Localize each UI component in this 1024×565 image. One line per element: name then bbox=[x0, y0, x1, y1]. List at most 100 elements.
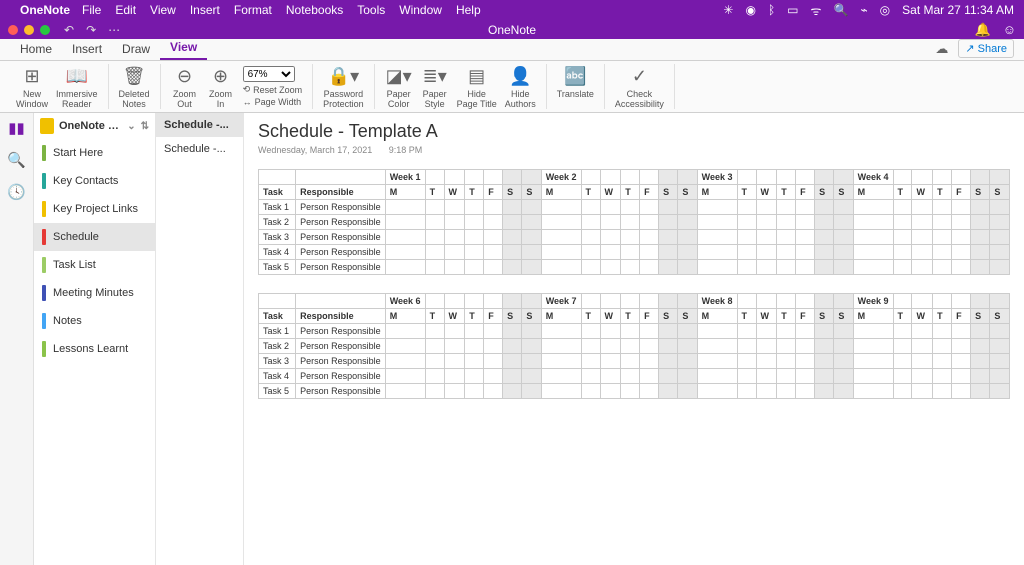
paper-style-button[interactable]: ≣▾PaperStyle bbox=[417, 64, 453, 112]
section-key-project-links[interactable]: Key Project Links bbox=[34, 195, 155, 223]
section-color-icon bbox=[42, 229, 46, 245]
main-area: ▮▮ 🔍 🕓 OneNote Template for Pr... ⌄ ⇅ St… bbox=[0, 113, 1024, 565]
table-row[interactable]: Task 4Person Responsible bbox=[259, 369, 1010, 384]
table-row[interactable]: Task 1Person Responsible bbox=[259, 324, 1010, 339]
sort-icon[interactable]: ⇅ bbox=[141, 121, 149, 132]
sync-status-icon[interactable]: ☁ bbox=[935, 41, 948, 57]
tab-view[interactable]: View bbox=[160, 37, 207, 60]
check-accessibility-button[interactable]: ✓CheckAccessibility bbox=[611, 64, 668, 112]
tab-insert[interactable]: Insert bbox=[62, 39, 112, 60]
paper-style-icon: ≣▾ bbox=[423, 66, 447, 88]
hide-authors-button[interactable]: 👤HideAuthors bbox=[501, 64, 540, 112]
spotlight-icon[interactable]: 🔍 bbox=[833, 3, 848, 17]
siri-icon[interactable]: ◎ bbox=[880, 3, 890, 17]
menu-format[interactable]: Format bbox=[234, 3, 272, 17]
sync-icon[interactable]: ✳ bbox=[723, 3, 733, 17]
menu-insert[interactable]: Insert bbox=[190, 3, 220, 17]
translate-button[interactable]: 🔤Translate bbox=[553, 64, 598, 102]
section-label: Lessons Learnt bbox=[53, 343, 128, 355]
bluetooth-icon[interactable]: ᛒ bbox=[768, 3, 775, 17]
macos-menubar: OneNote File Edit View Insert Format Notebook… bbox=[0, 0, 1024, 20]
battery-icon[interactable]: ▭ bbox=[787, 3, 798, 17]
page-item[interactable]: Schedule -... bbox=[156, 137, 243, 161]
table-row[interactable]: Task 2Person Responsible bbox=[259, 339, 1010, 354]
redo-icon[interactable]: ↷ bbox=[86, 23, 96, 37]
menu-file[interactable]: File bbox=[82, 3, 101, 17]
section-label: Notes bbox=[53, 315, 82, 327]
zoom-select[interactable]: 67% bbox=[243, 66, 295, 82]
undo-icon[interactable]: ↶ bbox=[64, 23, 74, 37]
search-icon[interactable]: 🔍 bbox=[7, 151, 26, 169]
table-row[interactable]: Task 4Person Responsible bbox=[259, 245, 1010, 260]
notebook-name: OneNote Template for Pr... bbox=[59, 120, 122, 132]
section-label: Key Contacts bbox=[53, 175, 118, 187]
page-width-button[interactable]: ↔Page Width bbox=[243, 97, 303, 107]
menu-edit[interactable]: Edit bbox=[115, 3, 136, 17]
control-center-icon[interactable]: ⌁ bbox=[860, 3, 867, 17]
maximize-button[interactable] bbox=[40, 25, 50, 35]
tab-draw[interactable]: Draw bbox=[112, 39, 160, 60]
section-label: Start Here bbox=[53, 147, 103, 159]
immersive-reader-button[interactable]: 📖ImmersiveReader bbox=[52, 64, 102, 112]
customize-qat-icon[interactable]: ⋯ bbox=[108, 23, 120, 37]
reset-zoom-icon: ⟲ bbox=[243, 84, 251, 95]
schedule-table[interactable]: Week 6Week 7Week 8Week 9TaskResponsibleM… bbox=[258, 293, 1010, 399]
section-color-icon bbox=[42, 173, 46, 189]
section-lessons-learnt[interactable]: Lessons Learnt bbox=[34, 335, 155, 363]
zoom-out-button[interactable]: ⊖ZoomOut bbox=[167, 64, 203, 112]
account-icon[interactable]: ☺ bbox=[1003, 22, 1016, 38]
menu-help[interactable]: Help bbox=[456, 3, 481, 17]
deleted-notes-button[interactable]: 🗑DeletedNotes bbox=[115, 64, 154, 112]
lock-icon: 🔒▾ bbox=[328, 66, 359, 88]
section-label: Task List bbox=[53, 259, 96, 271]
new-window-button[interactable]: ⊞NewWindow bbox=[12, 64, 52, 112]
table-row[interactable]: Task 3Person Responsible bbox=[259, 354, 1010, 369]
notebooks-icon[interactable]: ▮▮ bbox=[8, 119, 25, 137]
minimize-button[interactable] bbox=[24, 25, 34, 35]
hide-authors-icon: 👤 bbox=[509, 66, 531, 88]
window-title: OneNote bbox=[488, 23, 536, 37]
notebook-header[interactable]: OneNote Template for Pr... ⌄ ⇅ bbox=[34, 113, 155, 139]
section-color-icon bbox=[42, 201, 46, 217]
close-button[interactable] bbox=[8, 25, 18, 35]
section-key-contacts[interactable]: Key Contacts bbox=[34, 167, 155, 195]
table-row[interactable]: Task 2Person Responsible bbox=[259, 215, 1010, 230]
menu-view[interactable]: View bbox=[150, 3, 176, 17]
section-color-icon bbox=[42, 313, 46, 329]
trash-icon: 🗑 bbox=[123, 66, 146, 88]
notifications-icon[interactable]: 🔔 bbox=[975, 22, 991, 38]
page-item[interactable]: Schedule -... bbox=[156, 113, 243, 137]
tab-home[interactable]: Home bbox=[10, 39, 62, 60]
menu-notebooks[interactable]: Notebooks bbox=[286, 3, 343, 17]
schedule-table[interactable]: Week 1Week 2Week 3Week 4TaskResponsibleM… bbox=[258, 169, 1010, 275]
wifi-icon[interactable]: ᯤ bbox=[811, 2, 822, 19]
hide-page-title-button[interactable]: ▤HidePage Title bbox=[453, 64, 501, 112]
page-title[interactable]: Schedule - Template A bbox=[258, 121, 1010, 142]
table-row[interactable]: Task 5Person Responsible bbox=[259, 384, 1010, 399]
share-button[interactable]: ↗ Share bbox=[958, 39, 1014, 58]
section-schedule[interactable]: Schedule bbox=[34, 223, 155, 251]
chevron-down-icon[interactable]: ⌄ bbox=[127, 121, 135, 132]
page-date: Wednesday, March 17, 2021 bbox=[258, 145, 372, 155]
section-task-list[interactable]: Task List bbox=[34, 251, 155, 279]
app-name[interactable]: OneNote bbox=[20, 3, 70, 17]
table-row[interactable]: Task 3Person Responsible bbox=[259, 230, 1010, 245]
section-meeting-minutes[interactable]: Meeting Minutes bbox=[34, 279, 155, 307]
page-canvas[interactable]: Schedule - Template A Wednesday, March 1… bbox=[244, 113, 1024, 565]
zoom-in-button[interactable]: ⊕ZoomIn bbox=[203, 64, 239, 112]
status-dot-icon[interactable]: ◉ bbox=[745, 3, 755, 17]
table-row[interactable]: Task 5Person Responsible bbox=[259, 260, 1010, 275]
translate-icon: 🔤 bbox=[564, 66, 586, 88]
section-notes[interactable]: Notes bbox=[34, 307, 155, 335]
table-row[interactable]: Task 1Person Responsible bbox=[259, 200, 1010, 215]
paper-color-button[interactable]: ◪▾PaperColor bbox=[381, 64, 417, 112]
section-start-here[interactable]: Start Here bbox=[34, 139, 155, 167]
menu-tools[interactable]: Tools bbox=[357, 3, 385, 17]
menubar-datetime[interactable]: Sat Mar 27 11:34 AM bbox=[902, 3, 1014, 17]
zoom-in-icon: ⊕ bbox=[213, 66, 228, 88]
recent-icon[interactable]: 🕓 bbox=[7, 183, 26, 201]
password-protection-button[interactable]: 🔒▾PasswordProtection bbox=[319, 64, 368, 112]
section-label: Key Project Links bbox=[53, 203, 138, 215]
menu-window[interactable]: Window bbox=[399, 3, 442, 17]
reset-zoom-button[interactable]: ⟲Reset Zoom bbox=[243, 84, 303, 95]
